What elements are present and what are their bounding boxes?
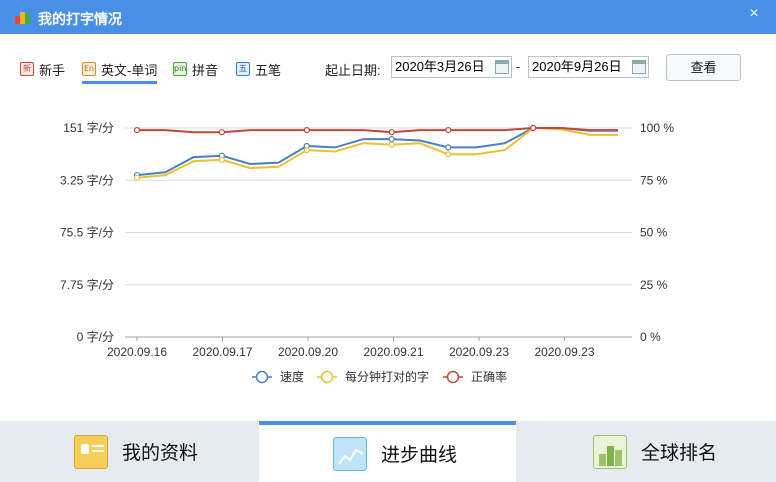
typing-stats-window: 我的打字情况 × 新 新手 En 英文-单词 pin 拼音 五 五笔 起止日期:… [0, 0, 776, 482]
x-tick-label: 2020.09.23 [449, 345, 509, 359]
end-date-value: 2020年9月26日 [532, 59, 622, 74]
legend-marker [446, 370, 460, 384]
legend-marker [320, 370, 334, 384]
wubi-icon: 五 [236, 62, 250, 76]
progress-chart: 0 字/分 0 % 7.75 字/分 25 % 75.5 字/分 50 % 3.25 字/分… [60, 120, 674, 384]
start-date-value: 2020年3月26日 [395, 59, 485, 74]
data-point [388, 129, 395, 136]
window-title: 我的打字情况 [38, 11, 122, 27]
legend-marker [255, 370, 269, 384]
legend-label: 每分钟打对的字 [345, 369, 429, 384]
date-range-label: 起止日期: [325, 63, 381, 78]
series-line-2 [137, 127, 618, 134]
y-left-tick-label: 75.5 字/分 [60, 225, 114, 240]
y-right-tick-label: 25 % [640, 278, 668, 292]
data-point [303, 126, 310, 134]
data-point [218, 156, 225, 163]
date-separator: - [516, 59, 521, 74]
data-point [445, 151, 452, 158]
legend-label: 正确率 [471, 369, 507, 384]
profile-card-icon [74, 434, 108, 469]
data-point [388, 141, 395, 148]
ranking-icon [593, 434, 627, 469]
novice-icon: 新 [20, 62, 34, 76]
end-date-picker[interactable]: 2020年9月26日 [528, 56, 649, 78]
app-logo-icon [15, 12, 30, 24]
mode-pinyin[interactable]: pin 拼音 [173, 58, 218, 80]
tab-label: 全球排名 [641, 443, 718, 464]
tab-label: 进步曲线 [381, 445, 458, 466]
y-right-tick-label: 75 % [640, 173, 668, 187]
y-right-tick-label: 50 % [640, 226, 668, 240]
tab-label: 我的资料 [122, 443, 199, 464]
x-tick-label: 2020.09.17 [192, 345, 252, 359]
mode-label: 五笔 [255, 62, 282, 78]
y-left-tick-label: 7.75 字/分 [60, 277, 114, 292]
x-tick-label: 2020.09.21 [363, 345, 423, 359]
start-date-picker[interactable]: 2020年3月26日 [391, 56, 512, 78]
y-right-tick-label: 0 % [640, 330, 661, 344]
series-line-1 [136, 126, 618, 179]
data-point [445, 126, 452, 134]
data-point [133, 174, 141, 181]
x-tick-label: 2020.09.20 [278, 345, 338, 359]
mode-novice[interactable]: 新 新手 [20, 58, 65, 80]
y-left-tick-label: 151 字/分 [63, 120, 114, 135]
mode-label: 英文-单词 [101, 62, 158, 78]
mode-english-word[interactable]: En 英文-单词 [82, 58, 158, 84]
data-point [445, 144, 452, 151]
english-icon: En [82, 62, 96, 76]
mode-label: 新手 [39, 62, 66, 78]
data-point [133, 126, 141, 134]
progress-chart-icon [333, 436, 367, 471]
title-bar: 我的打字情况 × [0, 0, 776, 34]
tab-global-ranking[interactable]: 全球排名 [517, 421, 776, 482]
x-tick-label: 2020.09.23 [534, 345, 594, 359]
series-line-0 [136, 127, 618, 177]
tab-progress-curve[interactable]: 进步曲线 [259, 421, 516, 482]
legend-label: 速度 [280, 369, 304, 384]
data-point [530, 124, 537, 132]
data-point [388, 135, 395, 143]
tab-my-profile[interactable]: 我的资料 [0, 421, 258, 482]
y-right-tick-label: 100 % [640, 121, 674, 135]
x-tick-label: 2020.09.16 [107, 345, 167, 359]
pinyin-icon: pin [173, 62, 187, 76]
view-button[interactable]: 查看 [666, 54, 741, 81]
y-left-tick-label: 3.25 字/分 [60, 172, 114, 187]
data-point [218, 129, 225, 136]
mode-label: 拼音 [192, 62, 219, 78]
bottom-tab-bar: 我的资料 进步曲线 全球排名 [0, 421, 776, 482]
calendar-icon[interactable] [632, 60, 646, 74]
mode-wubi[interactable]: 五 五笔 [236, 58, 281, 80]
data-point [303, 147, 310, 154]
y-left-tick-label: 0 字/分 [77, 329, 114, 344]
calendar-icon[interactable] [495, 60, 509, 74]
close-icon[interactable]: × [744, 4, 764, 24]
